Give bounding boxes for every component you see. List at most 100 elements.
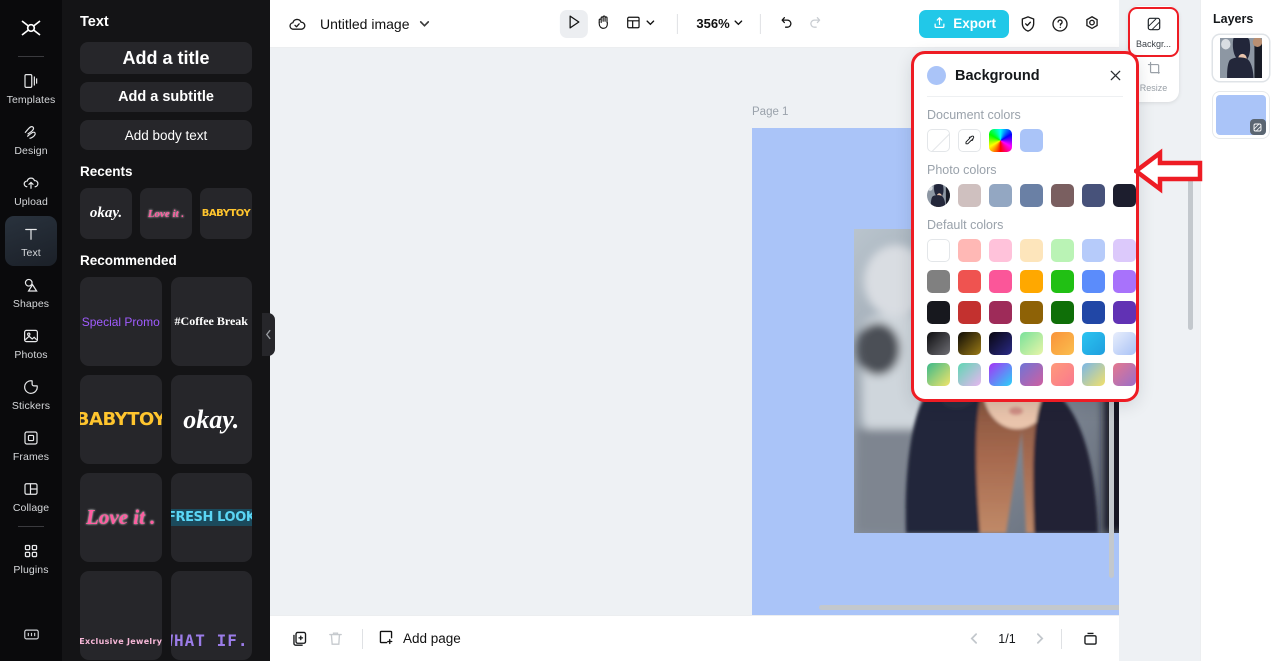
photo-color-swatch[interactable] [958,184,981,207]
default-gradient-green-yellow[interactable] [927,363,950,386]
photo-source-swatch[interactable] [927,184,950,207]
photo-color-swatch[interactable] [1020,184,1043,207]
default-gradient-cyan-blue[interactable] [1082,332,1105,355]
no-color-swatch[interactable] [927,129,950,152]
template-item[interactable]: Special Promo [80,277,162,366]
sidebar-item-stickers[interactable]: Stickers [5,369,57,419]
photo-color-swatch[interactable] [1113,184,1136,207]
sidebar-item-text[interactable]: Text [5,216,57,266]
template-item[interactable]: Exclusive Jewelry [80,571,162,660]
layout-tool[interactable] [619,10,660,38]
sidebar-item-photos[interactable]: Photos [5,318,57,368]
default-gradient-white-blue[interactable] [1113,332,1136,355]
duplicate-page-icon[interactable] [286,626,312,652]
template-item[interactable]: BABYTOY [80,375,162,464]
template-item[interactable]: Love it . [80,473,162,562]
shield-check-icon[interactable] [1015,11,1041,37]
chevron-right-icon[interactable] [1033,632,1046,645]
default-color-green[interactable] [1051,270,1074,293]
cursor-select-tool[interactable] [559,9,588,38]
sidebar-item-plugins[interactable]: Plugins [5,533,57,583]
document-color-swatch[interactable] [1020,129,1043,152]
default-color-light-blue[interactable] [1082,239,1105,262]
photo-color-swatch[interactable] [1082,184,1105,207]
gear-icon[interactable] [1079,11,1105,37]
default-color-magenta[interactable] [989,270,1012,293]
export-button[interactable]: Export [919,9,1009,38]
default-color-blue[interactable] [1082,270,1105,293]
hand-pan-tool[interactable] [589,10,617,38]
default-gradient-black-gold[interactable] [958,332,981,355]
panel-collapse-handle[interactable] [262,313,275,356]
default-gradient-violet-cyan[interactable] [989,363,1012,386]
default-color-dark-pink[interactable] [989,301,1012,324]
document-title[interactable]: Untitled image [320,16,410,32]
recent-text-item[interactable]: Love it . [140,188,192,239]
layer-item-background[interactable] [1212,92,1269,138]
sidebar-item-upload[interactable]: Upload [5,165,57,215]
keyboard-icon[interactable] [22,629,41,647]
sidebar-item-shapes[interactable]: Shapes [5,267,57,317]
zoom-control[interactable]: 356% [691,10,748,38]
recent-text-item[interactable]: BABYTOY [200,188,252,239]
default-color-dark-purple[interactable] [1113,301,1136,324]
default-color-black[interactable] [927,301,950,324]
right-panel-scrollbar[interactable] [1188,172,1193,330]
template-item[interactable]: WHAT IF.. [170,571,252,660]
default-gradient-black-navy[interactable] [989,332,1012,355]
photo-color-swatch[interactable] [989,184,1012,207]
template-item[interactable]: #Coffee Break [170,277,252,366]
page-thumbnails-icon[interactable] [1077,626,1103,652]
canvas-horizontal-scrollbar[interactable] [819,605,1119,610]
default-gradient-mint-lilac[interactable] [958,363,981,386]
trash-icon[interactable] [322,626,348,652]
default-color-orange[interactable] [1020,270,1043,293]
default-color-light-salmon[interactable] [958,239,981,262]
recent-text-item[interactable]: okay. [80,188,132,239]
default-color-light-purple[interactable] [1113,239,1136,262]
cloud-saved-icon[interactable] [284,11,310,37]
question-circle-icon[interactable] [1047,11,1073,37]
default-color-dark-red[interactable] [958,301,981,324]
default-gradient-rose-violet[interactable] [1113,363,1136,386]
default-color-dark-blue[interactable] [1082,301,1105,324]
capcut-logo-icon[interactable] [11,8,51,48]
sidebar-item-collage[interactable]: Collage [5,471,57,521]
default-color-gray[interactable] [927,270,950,293]
close-x-icon[interactable] [1108,68,1123,83]
add-subtitle-button[interactable]: Add a subtitle [80,82,252,112]
chevron-left-icon[interactable] [968,632,981,645]
sidebar-item-templates[interactable]: Templates [5,63,57,113]
redo-button[interactable] [802,10,830,38]
undo-button[interactable] [772,10,800,38]
add-page-button[interactable]: Add page [377,628,461,649]
resize-tool-button[interactable]: Resize [1131,54,1176,98]
eyedropper-swatch[interactable] [958,129,981,152]
default-color-light-cream[interactable] [1020,239,1043,262]
add-body-text-button[interactable]: Add body text [80,120,252,150]
default-gradient-blue-yellow[interactable] [1082,363,1105,386]
default-color-red[interactable] [958,270,981,293]
default-gradient-coral-pink[interactable] [1051,363,1074,386]
default-color-white[interactable] [927,239,950,262]
color-wheel-swatch[interactable] [989,129,1012,152]
default-color-dark-gold[interactable] [1020,301,1043,324]
default-color-dark-green[interactable] [1051,301,1074,324]
default-gradient-green-mint[interactable] [1020,332,1043,355]
default-color-light-pink[interactable] [989,239,1012,262]
photo-color-swatch[interactable] [1051,184,1074,207]
default-gradient-purple-rose[interactable] [1020,363,1043,386]
background-tool-button[interactable]: Backgr... [1128,7,1179,57]
add-title-button[interactable]: Add a title [80,42,252,74]
current-background-swatch[interactable] [927,66,946,85]
default-gradient-orange-yellow[interactable] [1051,332,1074,355]
chevron-down-icon[interactable] [418,17,431,30]
template-item[interactable]: okay. [170,375,252,464]
default-color-light-green[interactable] [1051,239,1074,262]
default-gradient-black-gray[interactable] [927,332,950,355]
template-item[interactable]: FRESH LOOK [170,473,252,562]
sidebar-item-frames[interactable]: Frames [5,420,57,470]
sidebar-item-design[interactable]: Design [5,114,57,164]
default-color-purple[interactable] [1113,270,1136,293]
layer-item-photo[interactable] [1212,35,1269,81]
